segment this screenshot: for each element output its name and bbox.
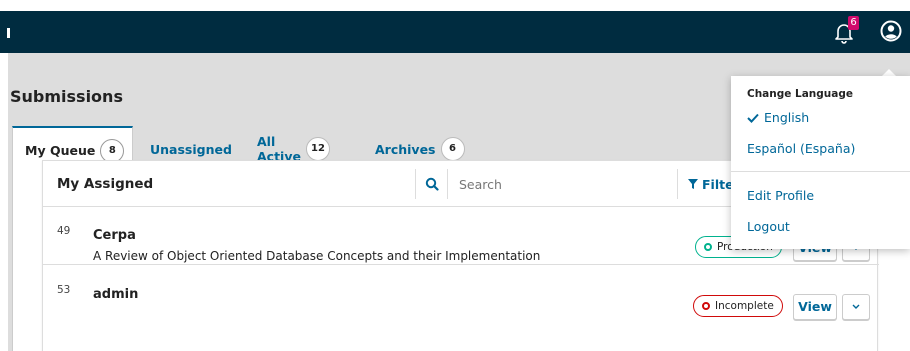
logout-link[interactable]: Logout <box>747 219 790 234</box>
menu-heading: Change Language <box>747 88 853 100</box>
status-dot-icon <box>704 243 712 251</box>
status-badge: Incomplete <box>693 295 783 317</box>
filters-label: Filte <box>702 176 734 192</box>
status-dot-icon <box>702 302 710 310</box>
language-label: Español (España) <box>747 141 856 156</box>
tab-count: 6 <box>440 137 465 161</box>
app-frame: 6 Submissions My Queue 8 Unassigned All … <box>0 11 910 351</box>
submission-id: 53 <box>57 284 71 296</box>
page-title: Submissions <box>10 87 123 106</box>
language-label: English <box>764 110 810 125</box>
tab-count: 12 <box>305 137 330 161</box>
list-title: My Assigned <box>57 176 154 192</box>
language-option-english[interactable]: English <box>747 110 809 125</box>
submission-id: 49 <box>57 225 71 237</box>
search-input[interactable] <box>459 174 659 194</box>
submission-title: A Review of Object Oriented Database Con… <box>93 249 541 263</box>
chevron-down-icon <box>852 304 860 309</box>
filter-icon <box>688 179 698 189</box>
divider <box>415 169 416 199</box>
tab-label: Unassigned <box>150 141 232 157</box>
submission-author: Cerpa <box>93 228 136 243</box>
user-icon <box>880 20 902 42</box>
tab-label: My Queue <box>25 143 96 158</box>
list-item: 53 admin Incomplete View <box>43 266 879 324</box>
tab-label: Archives <box>375 141 436 157</box>
edit-profile-link[interactable]: Edit Profile <box>747 188 814 203</box>
menu-divider <box>731 171 910 172</box>
expand-button[interactable] <box>842 294 870 320</box>
site-logo-fragment <box>7 28 10 38</box>
submission-author: admin <box>93 287 139 302</box>
check-icon <box>747 113 759 123</box>
user-menu-button[interactable] <box>871 11 910 53</box>
status-label: Incomplete <box>715 300 774 312</box>
top-bar: 6 <box>0 11 910 53</box>
page-left-gutter <box>0 53 8 351</box>
view-button[interactable]: View <box>793 294 837 320</box>
notification-badge: 6 <box>848 16 859 30</box>
language-option-spanish[interactable]: Español (España) <box>747 141 855 156</box>
user-dropdown-menu: Change Language English Español (España)… <box>731 76 910 249</box>
search-icon[interactable] <box>425 177 439 191</box>
tab-count: 8 <box>100 138 125 163</box>
divider <box>447 169 448 199</box>
